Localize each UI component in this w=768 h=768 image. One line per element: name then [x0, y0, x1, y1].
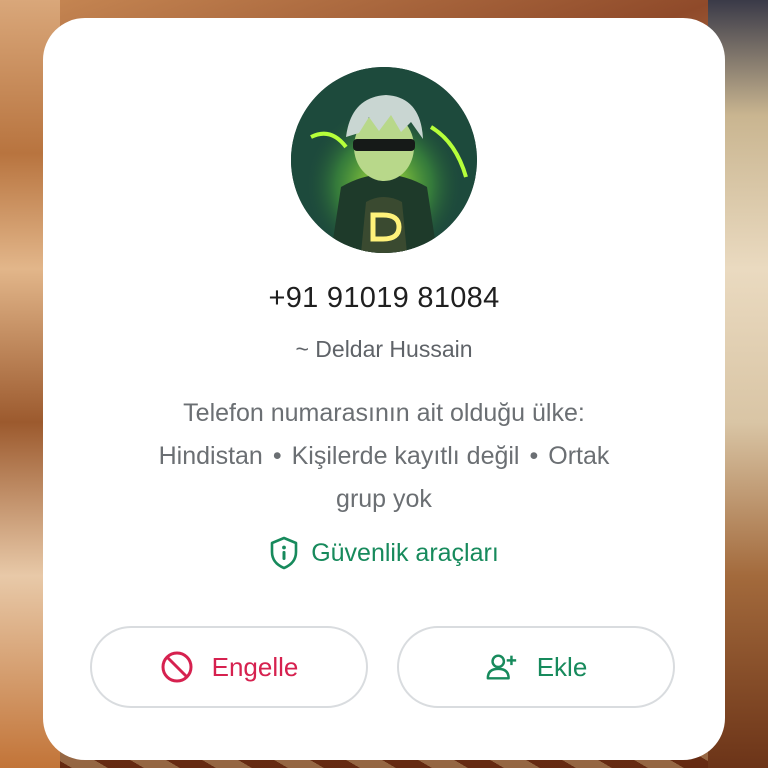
shield-info-icon [270, 536, 298, 570]
block-button[interactable]: Engelle [90, 626, 368, 708]
safety-tools-label: Güvenlik araçları [311, 538, 499, 567]
country-label: Telefon numarasının ait olduğu ülke: [183, 399, 585, 427]
country-value: Hindistan [158, 442, 263, 470]
block-icon [161, 651, 193, 683]
phone-number: +91 91019 81084 [268, 282, 500, 314]
separator: • [529, 442, 539, 470]
contact-details: Telefon numarasının ait olduğu ülke: Hin… [93, 392, 675, 521]
details-line: Hindistan • Kişilerde kayıtlı değil • Ortak [93, 435, 675, 478]
separator: • [272, 442, 282, 470]
add-person-icon [486, 654, 516, 680]
contact-info-card: +91 91019 81084 ~ Deldar Hussain Telefon… [43, 18, 725, 760]
avatar-image [291, 67, 477, 253]
push-name: ~ Deldar Hussain [295, 336, 473, 362]
groups-prefix: Ortak [548, 442, 610, 470]
block-label: Engelle [211, 651, 299, 682]
safety-tools-link[interactable]: Güvenlik araçları [43, 536, 725, 570]
add-label: Ekle [536, 651, 588, 682]
add-contact-button[interactable]: Ekle [397, 626, 675, 708]
saved-status: Kişilerde kayıtlı değil [291, 442, 520, 470]
groups-status: grup yok [336, 485, 432, 513]
avatar[interactable] [291, 67, 477, 253]
